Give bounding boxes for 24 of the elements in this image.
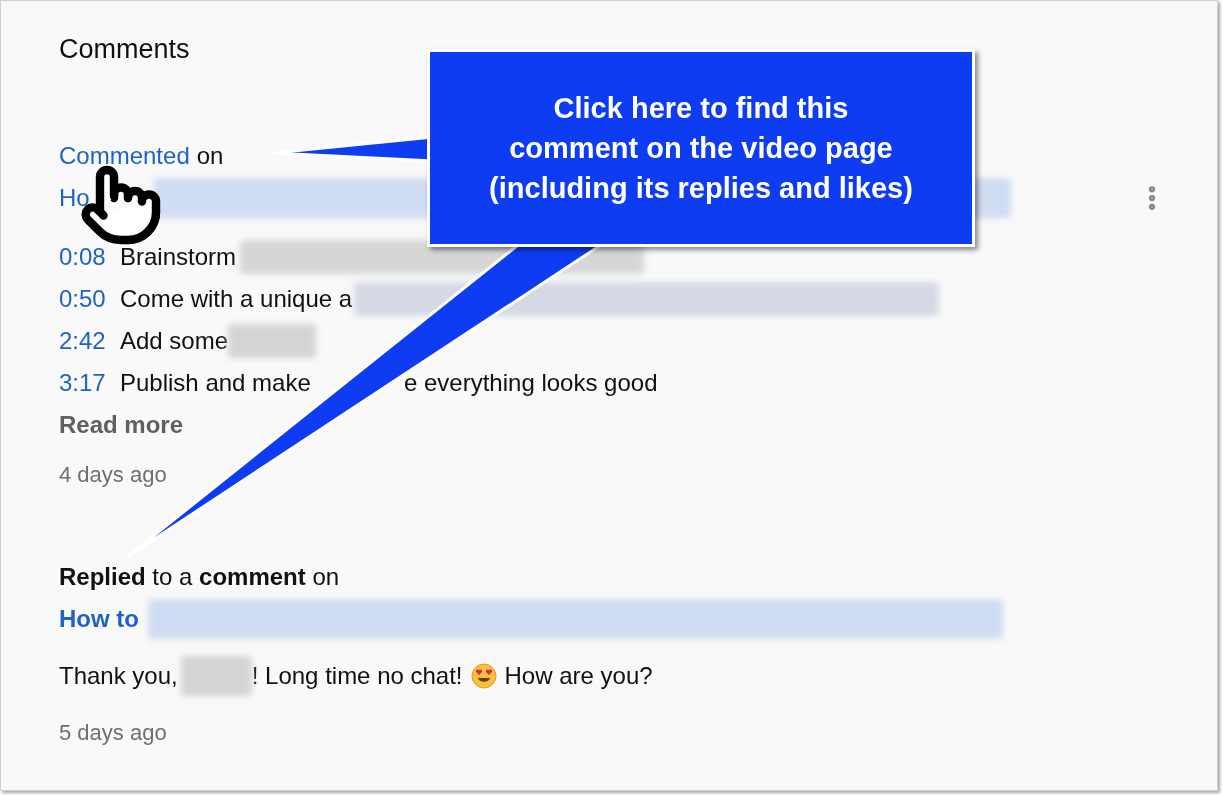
chapter-text: Come with a unique a — [120, 284, 353, 314]
timestamp-link[interactable]: 0:50 — [59, 281, 120, 317]
timestamp-link[interactable]: 3:17 — [59, 365, 120, 401]
section-title: Comments — [59, 34, 191, 64]
heart-eyes-emoji-icon — [470, 663, 497, 689]
chapter-text: Publish and make — [120, 368, 312, 398]
callout-box: Click here to find this comment on the video page (including its replies and likes) — [427, 49, 975, 247]
activity-text: Replied to a comment on — [59, 562, 340, 592]
chapter-text: e everything looks good — [404, 368, 658, 398]
read-more-link[interactable]: Read more — [59, 407, 184, 443]
blurred-text — [180, 656, 252, 696]
reply-text: How are you? — [504, 661, 653, 691]
activity-text: on — [196, 141, 224, 171]
time-ago-text: 5 days ago — [59, 718, 168, 747]
chapter-text: Brainstorm — [120, 242, 237, 272]
video-title-link[interactable]: How to — [59, 601, 139, 637]
timestamp-link[interactable]: 0:08 — [59, 239, 120, 275]
chapter-text: Add some — [120, 326, 229, 356]
timestamp-link[interactable]: 2:42 — [59, 323, 120, 359]
commented-link[interactable]: Commented — [59, 138, 190, 174]
reply-text: ! Long time no chat! — [251, 661, 463, 691]
reply-text: Thank you, — [59, 661, 178, 691]
video-title-link[interactable]: Ho — [59, 180, 90, 216]
time-ago-text: 4 days ago — [59, 460, 168, 489]
